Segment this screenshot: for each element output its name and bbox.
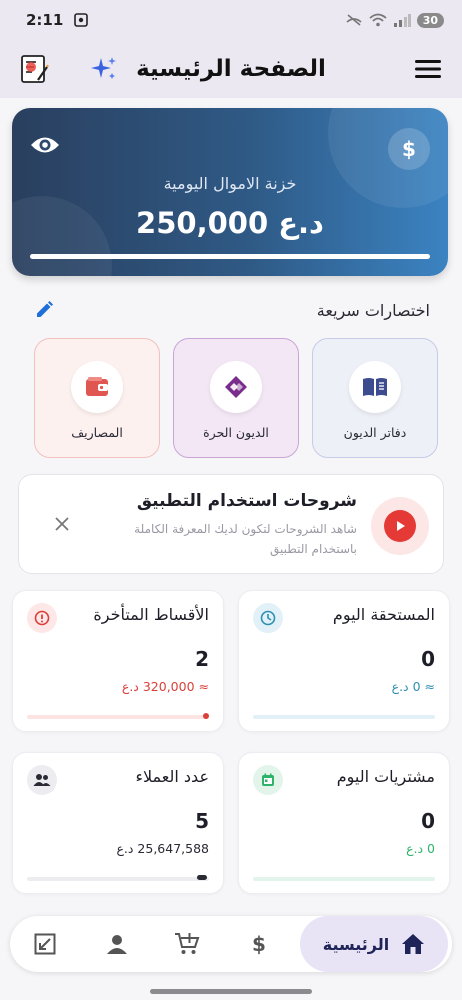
shortcut-label: دفاتر الديون [343, 425, 407, 440]
sparkle-icon [91, 57, 116, 79]
play-icon [397, 521, 405, 531]
notes-button[interactable] [16, 51, 52, 87]
tutorial-title: شروحات استخدام التطبيق [136, 491, 357, 511]
shortcuts-grid: المصاريف الديون الحرة دفاتر الديون [34, 338, 438, 458]
people-icon [33, 774, 51, 786]
close-tutorial-button[interactable] [51, 513, 73, 535]
battery-indicator: 30 [416, 12, 444, 28]
stat-title: الأقساط المتأخرة [93, 605, 209, 624]
stat-count: 2 [195, 647, 209, 671]
close-icon [55, 517, 69, 531]
nav-expand-button[interactable] [30, 924, 60, 964]
treasury-amount: 250,000 د.ع [136, 206, 324, 240]
treasury-progress-bar [30, 254, 430, 259]
stat-progress-bar [253, 715, 435, 719]
play-tutorial-button[interactable] [371, 497, 429, 555]
home-indicator [150, 989, 312, 994]
status-bar: 2:11 30 [0, 0, 462, 40]
treasury-title: خزنة الاموال اليومية [163, 174, 297, 193]
nav-home-label: الرئيسية [322, 934, 390, 954]
stat-count: 5 [195, 809, 209, 833]
stat-progress-bar [27, 877, 209, 881]
shortcut-label: الديون الحرة [203, 425, 269, 440]
shortcut-debt-books[interactable]: دفاتر الديون [312, 338, 438, 458]
shortcut-label: المصاريف [71, 425, 123, 440]
bottom-navigation: $ الرئيسية [10, 916, 452, 972]
person-icon [107, 935, 127, 954]
tutorial-card[interactable]: شروحات استخدام التطبيق شاهد الشروحات لتك… [18, 474, 444, 574]
stat-count: 0 [421, 647, 435, 671]
clipboard-icon [21, 55, 49, 83]
handshake-icon [225, 376, 247, 398]
wallet-icon [86, 377, 108, 396]
decor-circle [328, 108, 448, 208]
stat-card-clients-count[interactable]: عدد العملاء 5 25,647,588 د.ع [12, 752, 224, 894]
stat-card-due-today[interactable]: المستحقة اليوم 0 ≈ 0 د.ع [238, 590, 450, 732]
calendar-icon [262, 773, 274, 786]
treasury-progress-fill [30, 254, 430, 259]
quick-shortcuts-header: اختصارات سريعة [30, 296, 430, 324]
shortcut-expenses[interactable]: المصاريف [34, 338, 160, 458]
stat-title: مشتريات اليوم [336, 767, 435, 786]
signal-icon [393, 14, 411, 27]
edit-shortcuts-button[interactable] [30, 296, 58, 324]
stat-progress-bar [27, 715, 209, 719]
stat-progress-bar [253, 877, 435, 881]
nav-home-button[interactable]: الرئيسية [300, 916, 448, 972]
quick-shortcuts-title: اختصارات سريعة [316, 300, 430, 320]
book-icon [363, 378, 387, 396]
stat-progress-marker [197, 875, 207, 880]
expand-icon [34, 933, 56, 955]
daily-treasury-card[interactable]: $ خزنة الاموال اليومية 250,000 د.ع [12, 108, 448, 276]
nav-sales-button[interactable] [170, 924, 204, 964]
stat-card-purchases-today[interactable]: مشتريات اليوم 0 0 د.ع [238, 752, 450, 894]
eye-icon [31, 137, 59, 153]
status-time: 2:11 [26, 11, 64, 29]
stat-count: 0 [421, 809, 435, 833]
toggle-visibility-button[interactable] [30, 134, 60, 160]
clock-icon [260, 610, 276, 626]
wifi-icon [369, 13, 387, 27]
menu-button[interactable] [410, 51, 446, 87]
svg-text:$: $ [252, 932, 266, 956]
dollar-icon: $ [252, 932, 266, 956]
stat-card-late-installments[interactable]: الأقساط المتأخرة 2 ≈ 320,000 د.ع [12, 590, 224, 732]
stat-progress-marker [203, 713, 209, 719]
nav-clients-button[interactable] [102, 924, 132, 964]
cart-add-icon [175, 933, 200, 954]
tutorial-description: شاهد الشروحات لتكون لديك المعرفة الكاملة… [134, 522, 357, 556]
stat-amount: ≈ 320,000 د.ع [121, 679, 209, 694]
stat-amount: ≈ 0 د.ع [391, 679, 435, 694]
pencil-icon [37, 301, 53, 317]
stat-title: عدد العملاء [135, 767, 209, 786]
stat-title: المستحقة اليوم [332, 605, 435, 624]
stat-amount: 0 د.ع [406, 841, 435, 856]
nav-payments-button[interactable]: $ [244, 924, 274, 964]
app-bar: الصفحة الرئيسية [0, 40, 462, 98]
hamburger-icon [415, 60, 441, 78]
dollar-icon: $ [388, 128, 430, 170]
home-icon [402, 934, 425, 954]
alert-icon [34, 610, 50, 626]
mute-icon [346, 14, 362, 26]
stat-amount: 25,647,588 د.ع [116, 841, 209, 856]
ai-sparkle-button[interactable] [86, 51, 122, 87]
screenshot-icon [74, 13, 89, 27]
shortcut-free-debts[interactable]: الديون الحرة [173, 338, 299, 458]
